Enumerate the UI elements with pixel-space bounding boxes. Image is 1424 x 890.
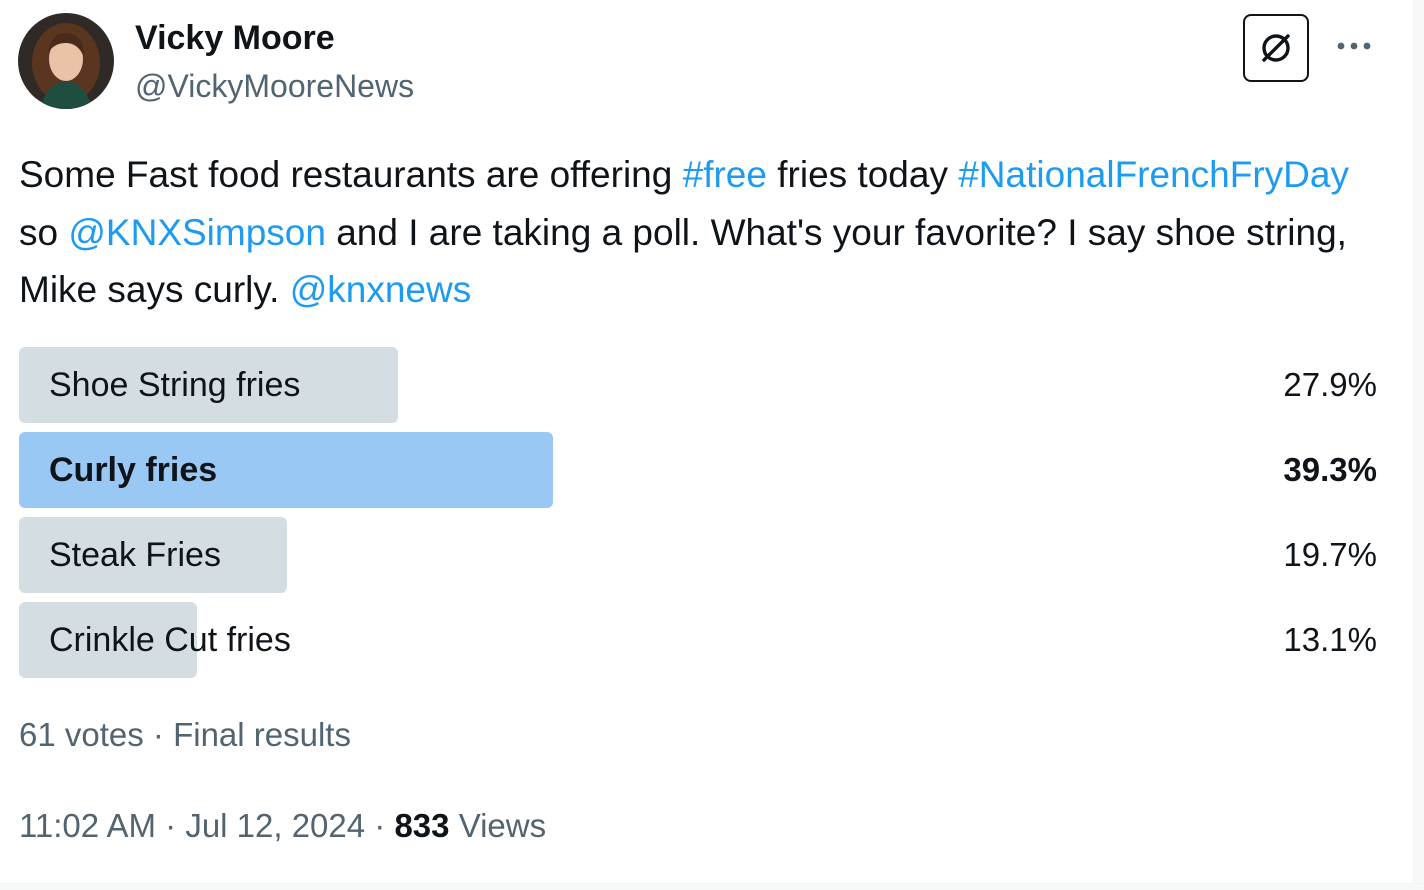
poll-option: Steak Fries 19.7% [19, 517, 1377, 593]
grok-icon [1262, 34, 1290, 62]
poll-option-percent: 27.9% [1283, 366, 1377, 403]
poll-option-percent: 13.1% [1283, 621, 1377, 658]
poll-option-label: Steak Fries [49, 536, 221, 574]
more-button[interactable] [1334, 26, 1374, 66]
tweet-meta: 11:02 AM · Jul 12, 2024 · 833 Views [19, 804, 546, 848]
tweet-text: Some Fast food restaurants are offering … [19, 146, 1379, 319]
mention-link[interactable]: @knxnews [290, 269, 472, 310]
poll-option-percent: 19.7% [1283, 536, 1377, 573]
views-count: 833 [394, 807, 450, 844]
author-avatar[interactable] [18, 13, 114, 109]
bottom-divider [0, 883, 1424, 890]
tweet-text-segment: so [19, 211, 69, 253]
meta-separator: · [155, 807, 186, 844]
poll-option: Curly fries 39.3% [19, 432, 1377, 508]
poll-status: Final results [173, 716, 351, 753]
poll-separator: · [143, 716, 174, 753]
views-label: Views [458, 807, 547, 844]
tweet-time[interactable]: 11:02 AM [19, 807, 156, 844]
poll-summary: 61 votes · Final results [19, 713, 351, 757]
poll: Shoe String fries 27.9% Curly fries 39.3% St… [19, 347, 1377, 687]
poll-option-label: Shoe String fries [49, 366, 301, 404]
tweet-text-segment: fries today [766, 154, 959, 195]
poll-votes: 61 votes [19, 716, 144, 753]
poll-option-label: Crinkle Cut fries [49, 621, 291, 659]
tweet-text-segment: Some Fast food restaurants are offering [19, 154, 683, 195]
author-handle[interactable]: @VickyMooreNews [135, 66, 414, 106]
poll-option: Crinkle Cut fries 13.1% [19, 602, 1377, 678]
poll-option: Shoe String fries 27.9% [19, 347, 1377, 423]
poll-option-percent: 39.3% [1283, 451, 1377, 488]
grok-button[interactable] [1243, 14, 1309, 82]
tweet-date[interactable]: Jul 12, 2024 [185, 807, 365, 844]
scroll-edge [1413, 0, 1424, 890]
more-icon [1337, 42, 1371, 50]
hashtag-link[interactable]: #free [683, 154, 767, 195]
mention-link[interactable]: @KNXSimpson [68, 212, 326, 253]
poll-option-label: Curly fries [49, 451, 218, 489]
meta-separator-2: · [365, 807, 395, 844]
hashtag-link[interactable]: #NationalFrenchFryDay [958, 154, 1349, 195]
author-name[interactable]: Vicky Moore [135, 18, 335, 58]
